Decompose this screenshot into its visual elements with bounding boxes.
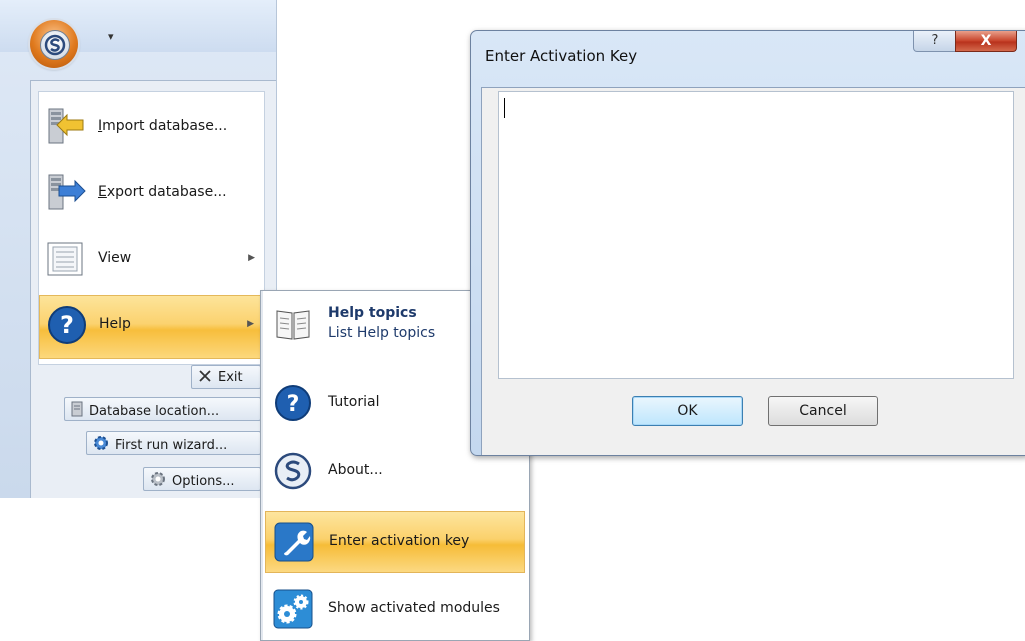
application-menu-items: Import database... Export database... Vi… [38,91,265,365]
cancel-button[interactable]: Cancel [768,396,878,426]
menu-item-import-database[interactable]: Import database... [39,98,264,156]
ok-button[interactable]: OK [632,396,743,426]
gear-icon [150,471,166,491]
help-icon: ? [46,304,88,346]
exit-button[interactable]: Exit [191,365,261,389]
database-location-button[interactable]: Database location... [64,397,261,421]
export-label-rest: xport database... [106,184,227,200]
submenu-sidebar [261,291,263,640]
svg-text:?: ? [287,392,300,417]
submenu-arrow-icon: ▶ [247,319,254,329]
application-menu: Import database... Export database... Vi… [30,80,276,498]
show-activated-modules-label: Show activated modules [328,600,500,616]
book-icon [273,303,313,343]
dialog-title: Enter Activation Key [485,47,638,65]
activation-key-dialog: Enter Activation Key ? X OK Cancel [470,30,1025,456]
text-caret [504,98,505,118]
submenu-arrow-icon: ▶ [248,253,255,263]
database-location-label: Database location... [89,404,220,419]
wrench-icon [274,522,314,562]
submenu-item-show-activated-modules[interactable]: Show activated modules [265,579,525,637]
first-run-wizard-label: First run wizard... [115,438,228,453]
app-logo-icon [40,30,70,60]
dialog-help-button[interactable]: ? [913,31,957,52]
menu-item-label: Import database... [98,118,228,134]
app-logo-icon [273,451,313,491]
import-label-rest: mport database... [102,118,228,134]
close-icon: X [980,33,992,49]
dialog-body: OK Cancel [481,87,1025,455]
quick-access-toolbar-dropdown[interactable]: ▾ [108,30,114,43]
database-icon [71,401,83,421]
view-icon [45,238,87,280]
first-run-wizard-button[interactable]: First run wizard... [86,431,261,455]
menu-item-export-database[interactable]: Export database... [39,164,264,222]
about-label: About... [328,462,383,478]
menu-item-view[interactable]: View ▶ [39,230,264,288]
wizard-gear-icon [93,435,109,455]
menu-item-help[interactable]: ? Help ▶ [39,295,264,359]
options-label: Options... [172,474,235,489]
application-orb-button[interactable] [30,20,78,68]
close-icon [198,369,212,387]
activation-key-input[interactable] [498,91,1014,379]
submenu-item-enter-activation-key[interactable]: Enter activation key [265,511,525,573]
menu-item-label: Help [99,316,131,332]
svg-text:?: ? [60,311,74,339]
tutorial-label: Tutorial [328,394,380,410]
help-topics-subtitle: List Help topics [328,325,436,341]
options-button[interactable]: Options... [143,467,261,491]
gears-icon [273,589,313,629]
help-icon: ? [273,383,313,423]
exit-label: Exit [218,370,243,385]
dialog-close-button[interactable]: X [955,31,1017,52]
export-database-icon [45,172,87,214]
application-window: ▾ Import database... Export database... … [0,0,277,498]
import-database-icon [45,106,87,148]
menu-item-label: Export database... [98,184,227,200]
help-topics-title: Help topics [328,305,417,321]
help-icon: ? [931,33,939,48]
menu-item-label: View [98,250,132,266]
enter-activation-key-label: Enter activation key [329,533,470,549]
